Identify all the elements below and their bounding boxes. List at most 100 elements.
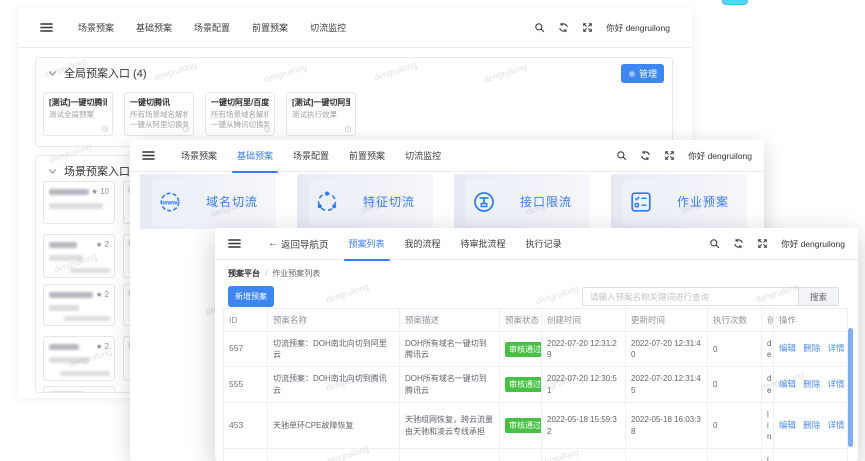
fullscreen-icon[interactable]	[757, 238, 768, 249]
cell-status: 审核通过	[500, 332, 542, 367]
cell-plan-name: 切流预案：DOH南北向切到阿里云	[268, 332, 400, 367]
top-pill	[722, 0, 748, 5]
scene-plan-card[interactable]	[43, 386, 115, 393]
basic-plan-card-api[interactable]: 接口限流	[454, 174, 590, 229]
table-row: 451 天驰单环CPE故障注入 天驰组网不可用，跨云流量由凌云专线承担 审核通过…	[224, 449, 848, 461]
section-title-global: 全局预案入口 (4)	[64, 65, 147, 81]
global-plan-card[interactable]: [测试]一键切腾讯 测试全局预案	[43, 92, 113, 136]
table-row: 453 天驰单环CPE故障恢复 天驰组网恢复，跨云流量由天驰和凌云专线承担 审核…	[224, 402, 848, 449]
refresh-icon[interactable]	[733, 238, 744, 249]
scene-plan-card[interactable]: 2	[43, 234, 115, 278]
delete-link[interactable]: 删除	[803, 420, 820, 430]
cell-plan-desc: DOH所有域名一键切到腾讯云	[400, 367, 500, 402]
share-nodes-icon	[309, 179, 345, 225]
chevron-down-icon[interactable]	[48, 167, 57, 176]
cell-actions: 编辑 删除 详情	[774, 449, 848, 461]
breadcrumb-current: 作业预案列表	[272, 268, 320, 279]
star-count: 2	[96, 240, 109, 249]
nav-scene-plan[interactable]: 场景预案	[181, 147, 217, 164]
left-arrow-icon	[268, 238, 278, 249]
basic-plan-card-feature[interactable]: 特征切流	[297, 174, 433, 229]
tab-plan-list[interactable]: 预案列表	[349, 235, 385, 252]
user-greeting[interactable]: 你好 dengruilong	[688, 150, 752, 162]
scene-plan-card[interactable]: 2	[43, 284, 115, 326]
menu-icon[interactable]	[142, 150, 155, 161]
global-plan-card[interactable]: [测试]一键切阿里 测试执行效果	[286, 92, 356, 136]
scene-plan-card[interactable]: 10	[43, 181, 115, 224]
search-icon[interactable]	[709, 238, 720, 249]
refresh-icon[interactable]	[640, 150, 651, 161]
nav-pre-plan[interactable]: 前置预案	[349, 147, 385, 164]
cell-plan-desc: 天驰组网不可用，跨云流量由凌云专线承担	[400, 449, 500, 461]
mid-window-nav: 场景预案 基础预案 场景配置 前置预案 切流监控 你好 dengruilong	[130, 140, 764, 172]
global-plan-card[interactable]: 一键切阿里/百度 所有场景域名解析， 一键从腾讯切换到阿	[205, 92, 275, 136]
status-badge: 审核通过	[505, 418, 542, 433]
manage-button[interactable]: 管理	[621, 64, 664, 83]
cell-creator: de	[762, 332, 774, 367]
nav-basic-plan[interactable]: 基础预案	[237, 147, 273, 164]
user-greeting[interactable]: 你好 dengruilong	[606, 22, 670, 34]
nav-flow-monitor[interactable]: 切流监控	[405, 147, 441, 164]
user-greeting[interactable]: 你好 dengruilong	[781, 238, 845, 250]
cell-updated: 2022-05-18 16:03:55	[626, 449, 708, 461]
cell-plan-name: 天驰单环CPE故障注入	[268, 449, 400, 461]
basic-plan-card-domain[interactable]: 域名切流	[140, 174, 276, 229]
plan-table: ID 预案名称 预案描述 预案状态 创建时间 更新时间 执行次数 创 操作 55…	[223, 308, 847, 461]
nav-flow-monitor[interactable]: 切流监控	[310, 19, 346, 36]
nav-pre-plan[interactable]: 前置预案	[252, 19, 288, 36]
fullscreen-icon[interactable]	[582, 22, 593, 33]
api-gateway-icon	[466, 179, 502, 225]
nav-scene-config[interactable]: 场景配置	[194, 19, 230, 36]
checklist-icon	[623, 179, 659, 225]
menu-icon[interactable]	[40, 22, 53, 33]
detail-link[interactable]: 详情	[828, 420, 845, 430]
scene-plan-card[interactable]: 2	[43, 336, 115, 381]
vertical-scrollbar[interactable]	[848, 328, 853, 447]
star-count: 2	[96, 290, 109, 299]
screen: 场景预案 基础预案 场景配置 前置预案 切流监控 你好 dengruilong …	[0, 0, 865, 461]
front-window-nav: 返回导航页 预案列表 我的流程 待审批流程 执行记录 你好 dengruilon…	[215, 228, 858, 260]
detail-link[interactable]: 详情	[828, 343, 845, 353]
search-button[interactable]: 搜索	[798, 287, 839, 306]
edit-link[interactable]: 编辑	[779, 343, 796, 353]
basic-plan-card-job[interactable]: 作业预案	[611, 174, 747, 229]
star-count: 10	[91, 187, 109, 196]
refresh-icon[interactable]	[558, 22, 569, 33]
col-created: 创建时间	[542, 309, 626, 332]
breadcrumb-root[interactable]: 预案平台	[228, 268, 260, 279]
nav-basic-plan[interactable]: 基础预案	[136, 19, 172, 36]
menu-icon[interactable]	[228, 238, 241, 249]
tab-my-flows[interactable]: 我的流程	[405, 235, 441, 252]
nav-scene-plan[interactable]: 场景预案	[78, 19, 114, 36]
col-status: 预案状态	[500, 309, 542, 332]
cell-updated: 2022-07-20 12:31:40	[626, 332, 708, 367]
search-icon[interactable]	[534, 22, 545, 33]
add-plan-button[interactable]: 新增预案	[228, 286, 274, 307]
clock-icon	[182, 125, 190, 133]
cell-creator: lin	[762, 402, 774, 449]
edit-link[interactable]: 编辑	[779, 379, 796, 389]
detail-link[interactable]: 详情	[828, 379, 845, 389]
cell-plan-desc: DOH所有域名一键切到腾讯云	[400, 332, 500, 367]
tab-pending-approval[interactable]: 待审批流程	[461, 235, 506, 252]
edit-link[interactable]: 编辑	[779, 420, 796, 430]
cell-actions: 编辑 删除 详情	[774, 402, 848, 449]
search-icon[interactable]	[616, 150, 627, 161]
gear-icon	[628, 70, 636, 78]
cell-status: 审核通过	[500, 402, 542, 449]
cell-id: 555	[224, 367, 268, 402]
tab-execution-records[interactable]: 执行记录	[526, 235, 562, 252]
delete-link[interactable]: 删除	[803, 379, 820, 389]
cell-updated: 2022-05-18 16:03:38	[626, 402, 708, 449]
table-row: 557 切流预案：DOH南北向切到阿里云 DOH所有域名一键切到腾讯云 审核通过…	[224, 332, 848, 367]
global-plan-card[interactable]: 一键切腾讯 所有场景域名解析， 一键从阿里切换到腾	[124, 92, 194, 136]
clock-icon	[101, 125, 109, 133]
delete-link[interactable]: 删除	[803, 343, 820, 353]
plan-search-input[interactable]	[582, 287, 798, 306]
cell-id: 453	[224, 402, 268, 449]
status-badge: 审核通过	[505, 342, 542, 357]
back-to-nav-link[interactable]: 返回导航页	[268, 237, 329, 251]
nav-scene-config[interactable]: 场景配置	[293, 147, 329, 164]
chevron-down-icon[interactable]	[48, 69, 57, 78]
fullscreen-icon[interactable]	[664, 150, 675, 161]
